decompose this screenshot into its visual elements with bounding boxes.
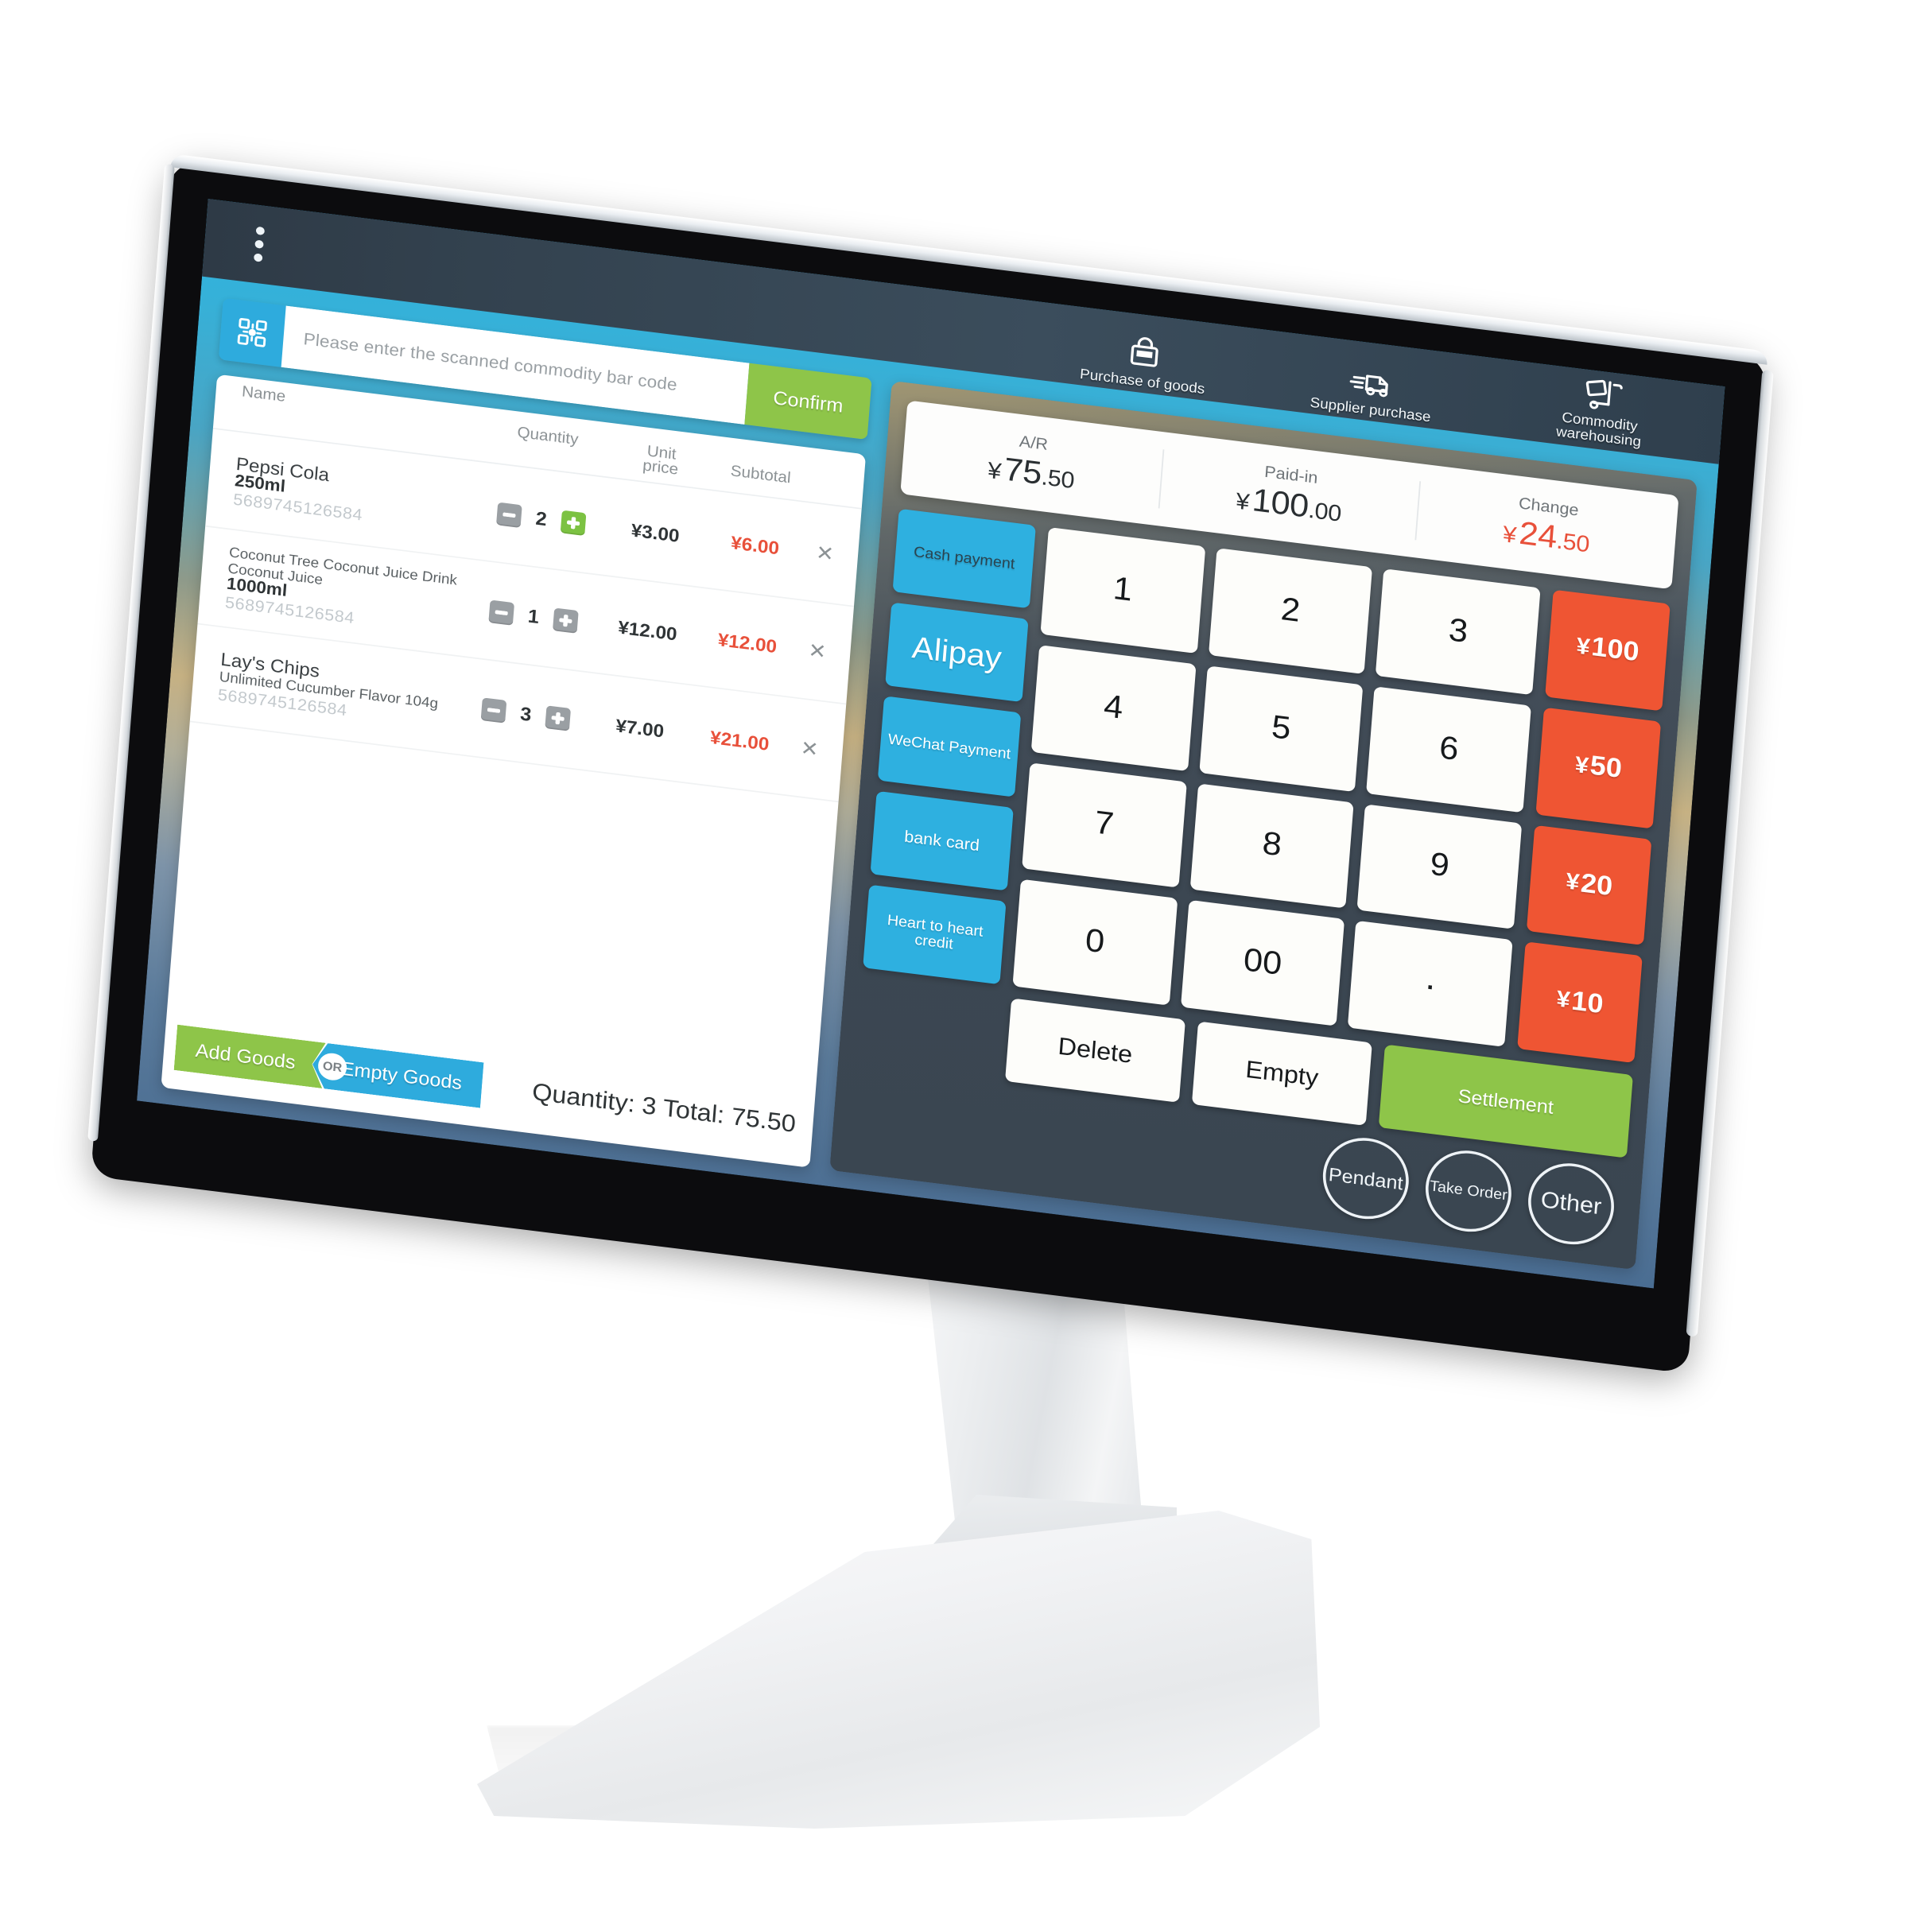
increase-quantity-button[interactable] (553, 607, 579, 633)
key-8[interactable]: 8 (1189, 782, 1355, 910)
goods-action-group: Add Goods OR Empty Goods (174, 1025, 484, 1108)
unit-price: ¥7.00 (615, 715, 665, 741)
currency-symbol: ¥ (1235, 488, 1251, 516)
quick-amount-column: ¥100 ¥50 ¥20 ¥10 (1517, 589, 1670, 1064)
unit-price: ¥12.00 (617, 616, 678, 644)
quantity-stepper: 2 (475, 499, 607, 537)
monitor: Purchase of goods Supplier purchase Comm… (87, 153, 1774, 1374)
currency-symbol: ¥ (1573, 751, 1590, 779)
amount-int: 100 (1251, 482, 1310, 526)
increase-quantity-button[interactable] (545, 704, 572, 731)
increase-quantity-button[interactable] (560, 509, 587, 536)
amount-dec: .50 (1040, 464, 1076, 494)
subtotal: ¥12.00 (717, 628, 778, 657)
amount-int: 24 (1517, 515, 1558, 557)
quick-amount-value: 50 (1589, 751, 1624, 785)
payment-method-bank-card[interactable]: bank card (870, 790, 1014, 891)
subtotal: ¥6.00 (730, 531, 781, 558)
pos-app: Purchase of goods Supplier purchase Comm… (137, 198, 1725, 1289)
quick-amount-20[interactable]: ¥20 (1526, 824, 1652, 946)
row-name-cell: Lay's Chips Unlimited Cucumber Flavor 10… (206, 647, 463, 733)
amount-dec: .50 (1555, 528, 1591, 558)
payment-method-cash[interactable]: Cash payment (892, 508, 1036, 609)
column-header-unit-price: Unit price (611, 424, 712, 483)
monitor-stand-base (477, 1511, 1320, 1829)
quick-amount-10[interactable]: ¥10 (1517, 941, 1643, 1064)
quantity-stepper: 3 (460, 694, 592, 733)
key-4[interactable]: 4 (1030, 644, 1196, 771)
quick-amount-value: 100 (1590, 632, 1640, 669)
quick-amount-value: 20 (1579, 868, 1614, 902)
payment-method-wechat[interactable]: WeChat Payment (877, 696, 1022, 797)
other-button[interactable]: Other (1525, 1158, 1617, 1250)
amount-paid-in: Paid-in ¥100.00 (1158, 449, 1420, 541)
currency-symbol: ¥ (1555, 986, 1571, 1014)
amount-value: ¥24.50 (1502, 514, 1591, 562)
payment-methods-column: Cash payment Alipay WeChat Payment bank … (863, 508, 1036, 985)
quantity-value: 3 (519, 702, 533, 725)
column-header-quantity: Quantity (516, 425, 580, 449)
close-icon[interactable]: ✕ (805, 539, 844, 568)
currency-symbol: ¥ (1502, 521, 1518, 549)
amount-value: ¥100.00 (1235, 480, 1343, 531)
cart-rows: Pepsi Cola 250ml 5689745126584 2 ¥3.00 ¥… (168, 429, 862, 1085)
numeric-keypad-column: 1 2 3 4 5 6 7 8 9 0 00 . (1012, 526, 1541, 1047)
amount-ar: A/R ¥75.50 (902, 417, 1162, 508)
quantity-stepper: 1 (467, 596, 600, 635)
pendant-button[interactable]: Pendant (1320, 1133, 1412, 1224)
decrease-quantity-button[interactable] (480, 696, 507, 723)
qr-scan-icon[interactable] (218, 297, 286, 367)
amount-value: ¥75.50 (987, 449, 1076, 498)
unit-price: ¥3.00 (630, 519, 681, 546)
column-header-subtotal: Subtotal (730, 463, 792, 487)
key-00[interactable]: 00 (1180, 900, 1345, 1026)
payment-method-alipay[interactable]: Alipay (885, 602, 1029, 703)
key-1[interactable]: 1 (1040, 526, 1205, 654)
amount-label: Paid-in (1263, 462, 1319, 488)
key-5[interactable]: 5 (1198, 665, 1364, 792)
key-decimal[interactable]: . (1348, 921, 1513, 1047)
currency-symbol: ¥ (987, 457, 1003, 485)
delivery-truck-icon (1347, 359, 1399, 406)
quantity-value: 1 (527, 604, 541, 628)
payment-panel: A/R ¥75.50 Paid-in ¥100.00 Change ¥24.50… (829, 380, 1698, 1271)
take-order-button[interactable]: Take Order (1422, 1146, 1515, 1237)
key-6[interactable]: 6 (1366, 685, 1531, 813)
key-2[interactable]: 2 (1208, 548, 1373, 674)
left-panel: Please enter the scanned commodity bar c… (161, 297, 872, 1168)
row-name-cell: Pepsi Cola 250ml 5689745126584 (221, 452, 478, 537)
shopping-bag-icon (1122, 331, 1168, 378)
amount-label: A/R (1019, 431, 1049, 454)
numeric-keypad: 1 2 3 4 5 6 7 8 9 0 00 . (1012, 526, 1541, 1047)
three-dots-vertical-icon[interactable] (218, 222, 301, 266)
key-0[interactable]: 0 (1012, 879, 1178, 1006)
amount-change: Change ¥24.50 (1415, 481, 1678, 572)
subtotal: ¥21.00 (709, 726, 770, 755)
close-icon[interactable]: ✕ (797, 637, 836, 665)
column-header-actions (815, 448, 852, 453)
screenshot-root: Purchase of goods Supplier purchase Comm… (0, 0, 1913, 1932)
key-3[interactable]: 3 (1376, 568, 1541, 695)
pos-terminal: Purchase of goods Supplier purchase Comm… (0, 0, 1913, 1932)
amount-dec: .00 (1307, 497, 1343, 527)
decrease-quantity-button[interactable] (488, 599, 515, 626)
cart-total-summary: Quantity: 3 Total: 75.50 (531, 1077, 797, 1137)
quick-amount-100[interactable]: ¥100 (1545, 589, 1670, 712)
confirm-button[interactable]: Confirm (744, 363, 872, 440)
keypad-area: Cash payment Alipay WeChat Payment bank … (863, 494, 1671, 1064)
row-name-cell: Coconut Tree Coconut Juice Drink Coconut… (213, 543, 471, 641)
quick-amount-50[interactable]: ¥50 (1535, 707, 1662, 828)
amount-int: 75 (1003, 451, 1043, 493)
screen: Purchase of goods Supplier purchase Comm… (137, 198, 1725, 1289)
key-9[interactable]: 9 (1357, 803, 1523, 930)
currency-symbol: ¥ (1565, 868, 1581, 896)
decrease-quantity-button[interactable] (496, 501, 522, 528)
key-7[interactable]: 7 (1022, 762, 1187, 888)
currency-symbol: ¥ (1575, 633, 1591, 661)
quick-amount-value: 10 (1570, 986, 1605, 1020)
add-goods-button[interactable]: Add Goods (174, 1025, 326, 1088)
close-icon[interactable]: ✕ (790, 735, 829, 763)
cart-panel: Name Quantity Unit price Subtotal Pepsi … (161, 374, 867, 1168)
quantity-value: 2 (534, 506, 548, 530)
